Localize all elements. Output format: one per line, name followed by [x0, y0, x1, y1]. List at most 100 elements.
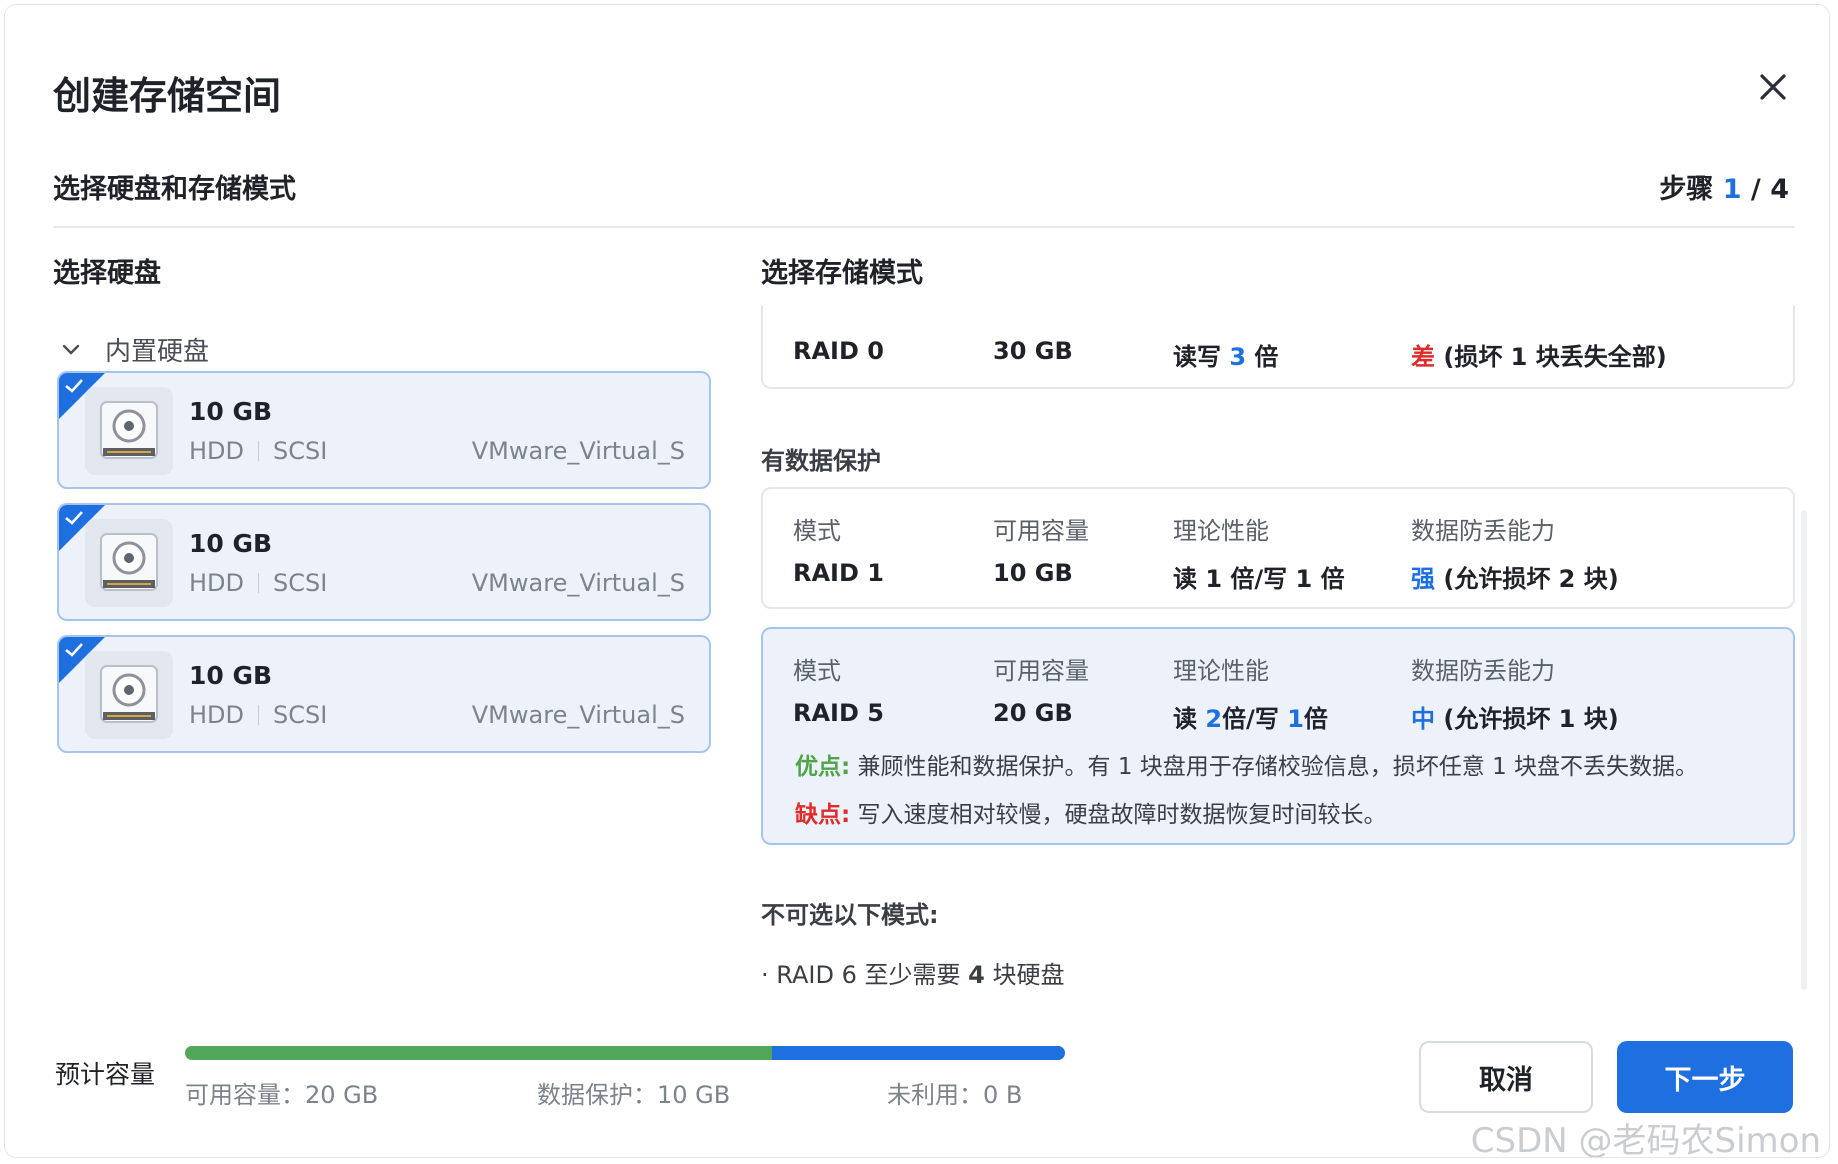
- raid5-protection: 中 (允许损坏 1 块): [1411, 699, 1619, 734]
- pros-label: 优点:: [795, 754, 851, 780]
- perf-text: 倍: [1254, 343, 1279, 371]
- requirement-text: 块硬盘: [992, 961, 1065, 989]
- protection-desc: (允许损坏 1 块): [1443, 705, 1619, 733]
- capacity-bar-protection: [771, 1046, 1065, 1060]
- raid5-performance: 读 2倍/写 1倍: [1173, 699, 1328, 734]
- perf-text: 读写: [1173, 343, 1221, 371]
- scrollbar[interactable]: [1801, 510, 1807, 990]
- meta-separator: [258, 573, 260, 593]
- cons-label: 缺点:: [795, 802, 851, 828]
- cancel-button[interactable]: 取消: [1419, 1041, 1593, 1113]
- raid0-performance: 读写 3 倍: [1173, 337, 1278, 372]
- unavailable-mode: · RAID 6: [761, 961, 857, 989]
- header-protection: 数据防丢能力: [1411, 517, 1555, 545]
- protection-desc: (损坏 1 块丢失全部): [1443, 343, 1667, 371]
- raid5-pros: 优点: 兼顾性能和数据保护。有 1 块盘用于存储校验信息，损坏任意 1 块盘不丢…: [795, 747, 1698, 781]
- requirement-number: 4: [968, 961, 985, 989]
- header-protection: 数据防丢能力: [1411, 657, 1555, 685]
- step-total: 4: [1770, 174, 1789, 205]
- perf-number: 3: [1229, 343, 1247, 371]
- disk-meta: HDD SCSI: [189, 701, 327, 729]
- disk-card[interactable]: 10 GB HDD SCSI VMware_Virtual_S: [57, 503, 711, 621]
- check-icon: [65, 643, 83, 657]
- header-performance: 理论性能: [1173, 657, 1269, 685]
- raid1-mode: RAID 1: [793, 559, 884, 587]
- perf-text: 倍: [1303, 705, 1328, 733]
- header-mode: 模式: [793, 657, 841, 685]
- legend-usable: 可用容量：20 GB: [185, 1081, 379, 1109]
- raid1-protection: 强 (允许损坏 2 块): [1411, 559, 1619, 594]
- disk-size: 10 GB: [189, 661, 273, 690]
- legend-unused: 未利用：0 B: [887, 1081, 1023, 1109]
- header-divider: [53, 226, 1795, 228]
- step-subtitle: 选择硬盘和存储模式: [53, 174, 296, 205]
- protection-level: 强: [1411, 565, 1435, 593]
- step-label: 步骤: [1659, 174, 1714, 205]
- hdd-icon: [85, 387, 173, 475]
- unavailable-label: 不可选以下模式:: [761, 901, 939, 929]
- disk-bus: SCSI: [273, 569, 328, 597]
- perf-text: 读: [1173, 705, 1197, 733]
- header-performance: 理论性能: [1173, 517, 1269, 545]
- disk-card[interactable]: 10 GB HDD SCSI VMware_Virtual_S: [57, 635, 711, 753]
- create-storage-dialog: 创建存储空间 选择硬盘和存储模式 步骤 1 / 4 选择硬盘 内置硬盘 10 G…: [4, 4, 1830, 1158]
- select-disk-title: 选择硬盘: [53, 258, 161, 289]
- step-current: 1: [1722, 174, 1742, 205]
- step-separator: /: [1750, 174, 1761, 205]
- disk-size: 10 GB: [189, 529, 273, 558]
- header-capacity: 可用容量: [993, 517, 1089, 545]
- protection-level: 差: [1411, 343, 1435, 371]
- unavailable-item: · RAID 6 至少需要 4 块硬盘: [761, 955, 1064, 990]
- disk-model: VMware_Virtual_S: [471, 437, 685, 465]
- hdd-icon: [85, 519, 173, 607]
- raid5-mode-card[interactable]: 模式 可用容量 理论性能 数据防丢能力 RAID 5 20 GB 读 2倍/写 …: [761, 627, 1795, 845]
- hdd-icon: [85, 651, 173, 739]
- requirement-text: 至少需要: [864, 961, 961, 989]
- check-icon: [65, 379, 83, 393]
- raid1-capacity: 10 GB: [993, 559, 1073, 587]
- perf-text: 倍/写: [1222, 705, 1279, 733]
- capacity-label: 预计容量: [55, 1060, 156, 1089]
- raid0-mode-card[interactable]: RAID 0 30 GB 读写 3 倍 差 (损坏 1 块丢失全部): [761, 305, 1795, 389]
- disk-meta: HDD SCSI: [189, 569, 327, 597]
- header-mode: 模式: [793, 517, 841, 545]
- raid5-cons: 缺点: 写入速度相对较慢，硬盘故障时数据恢复时间较长。: [795, 795, 1387, 829]
- watermark: CSDN @老码农Simon: [1470, 1121, 1821, 1158]
- capacity-bar-usable: [185, 1046, 772, 1060]
- meta-separator: [258, 705, 260, 725]
- meta-separator: [258, 441, 260, 461]
- raid0-capacity: 30 GB: [993, 337, 1073, 365]
- raid1-mode-card[interactable]: 模式 可用容量 理论性能 数据防丢能力 RAID 1 10 GB 读 1 倍/写…: [761, 487, 1795, 609]
- capacity-bar: [185, 1046, 1065, 1060]
- select-mode-title: 选择存储模式: [761, 258, 923, 289]
- disk-card[interactable]: 10 GB HDD SCSI VMware_Virtual_S: [57, 371, 711, 489]
- dialog-title: 创建存储空间: [53, 74, 282, 118]
- internal-disk-group-toggle[interactable]: 内置硬盘: [59, 331, 209, 368]
- header-capacity: 可用容量: [993, 657, 1089, 685]
- raid0-mode: RAID 0: [793, 337, 884, 365]
- protected-label: 有数据保护: [761, 447, 881, 475]
- legend-protection: 数据保护：10 GB: [537, 1081, 731, 1109]
- group-label: 内置硬盘: [105, 337, 210, 367]
- perf-number: 1: [1287, 705, 1304, 733]
- disk-meta: HDD SCSI: [189, 437, 327, 465]
- step-indicator: 步骤 1 / 4: [1659, 167, 1789, 206]
- perf-number: 2: [1205, 705, 1223, 733]
- next-button[interactable]: 下一步: [1617, 1041, 1793, 1113]
- disk-type: HDD: [189, 569, 245, 597]
- protection-desc: (允许损坏 2 块): [1443, 565, 1619, 593]
- disk-model: VMware_Virtual_S: [471, 701, 685, 729]
- disk-bus: SCSI: [273, 701, 328, 729]
- raid1-performance: 读 1 倍/写 1 倍: [1173, 565, 1345, 593]
- disk-type: HDD: [189, 701, 245, 729]
- chevron-down-icon: [62, 344, 80, 355]
- check-icon: [65, 511, 83, 525]
- disk-size: 10 GB: [189, 397, 273, 426]
- raid5-mode: RAID 5: [793, 699, 884, 727]
- pros-text: 兼顾性能和数据保护。有 1 块盘用于存储校验信息，损坏任意 1 块盘不丢失数据。: [857, 754, 1699, 780]
- close-icon[interactable]: [1755, 69, 1791, 105]
- disk-bus: SCSI: [273, 437, 328, 465]
- protection-level: 中: [1411, 705, 1435, 733]
- disk-type: HDD: [189, 437, 245, 465]
- raid0-protection: 差 (损坏 1 块丢失全部): [1411, 337, 1667, 372]
